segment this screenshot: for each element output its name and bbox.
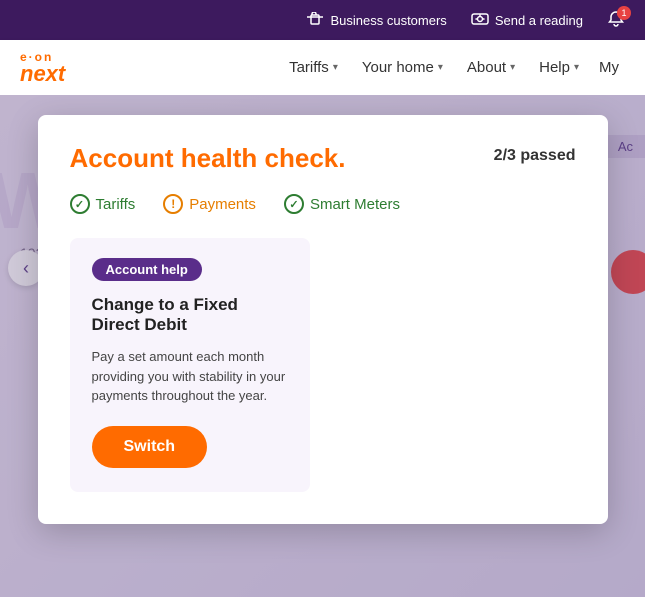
chevron-down-icon: ▾	[333, 62, 338, 73]
eon-next-logo[interactable]: e·on next	[20, 51, 65, 85]
switch-button[interactable]: Switch	[92, 426, 208, 468]
chevron-down-icon: ▾	[438, 62, 443, 73]
chevron-down-icon: ▾	[510, 62, 515, 73]
card-description: Pay a set amount each month providing yo…	[92, 347, 288, 406]
nav-items: Tariffs ▾ Your home ▾ About ▾ Help ▾ My	[279, 53, 625, 82]
main-navigation: e·on next Tariffs ▾ Your home ▾ About ▾ …	[0, 40, 645, 95]
modal-overlay: Account health check. 2/3 passed ✓ Tarif…	[0, 95, 645, 597]
card-tag: Account help	[92, 258, 202, 281]
check-label-payments: Payments	[189, 196, 256, 213]
modal-passed: 2/3 passed	[494, 147, 576, 165]
meter-icon	[471, 12, 489, 29]
check-icon-tariffs: ✓	[70, 194, 90, 214]
nav-item-my[interactable]: My	[593, 53, 625, 82]
nav-item-about[interactable]: About ▾	[457, 53, 525, 82]
modal-title: Account health check.	[70, 143, 346, 174]
nav-about-label: About	[467, 59, 506, 76]
account-health-modal: Account health check. 2/3 passed ✓ Tarif…	[38, 115, 608, 524]
business-customers-link[interactable]: Business customers	[306, 12, 446, 29]
send-reading-label: Send a reading	[495, 13, 583, 28]
check-item-payments: ! Payments	[163, 194, 256, 214]
nav-tariffs-label: Tariffs	[289, 59, 329, 76]
notification-button[interactable]: 1	[607, 10, 625, 31]
nav-your-home-label: Your home	[362, 59, 434, 76]
nav-item-tariffs[interactable]: Tariffs ▾	[279, 53, 348, 82]
check-label-smart-meters: Smart Meters	[310, 196, 400, 213]
check-item-tariffs: ✓ Tariffs	[70, 194, 136, 214]
business-customers-label: Business customers	[330, 13, 446, 28]
modal-header: Account health check. 2/3 passed	[70, 143, 576, 174]
notification-badge: 1	[617, 6, 631, 20]
account-help-card: Account help Change to a Fixed Direct De…	[70, 238, 310, 492]
nav-item-your-home[interactable]: Your home ▾	[352, 53, 453, 82]
check-items-row: ✓ Tariffs ! Payments ✓ Smart Meters	[70, 194, 576, 214]
chevron-down-icon: ▾	[574, 62, 579, 73]
nav-my-label: My	[599, 59, 619, 76]
nav-item-help[interactable]: Help ▾	[529, 53, 589, 82]
briefcase-icon	[306, 12, 324, 29]
check-item-smart-meters: ✓ Smart Meters	[284, 194, 400, 214]
logo-next-text: next	[20, 63, 65, 85]
utility-bar: Business customers Send a reading 1	[0, 0, 645, 40]
send-reading-link[interactable]: Send a reading	[471, 12, 583, 29]
check-label-tariffs: Tariffs	[96, 196, 136, 213]
warn-icon-payments: !	[163, 194, 183, 214]
page-background: We 192 G... Ac t paym payme ment is s af…	[0, 95, 645, 597]
check-icon-smart-meters: ✓	[284, 194, 304, 214]
card-title: Change to a Fixed Direct Debit	[92, 295, 288, 335]
nav-help-label: Help	[539, 59, 570, 76]
